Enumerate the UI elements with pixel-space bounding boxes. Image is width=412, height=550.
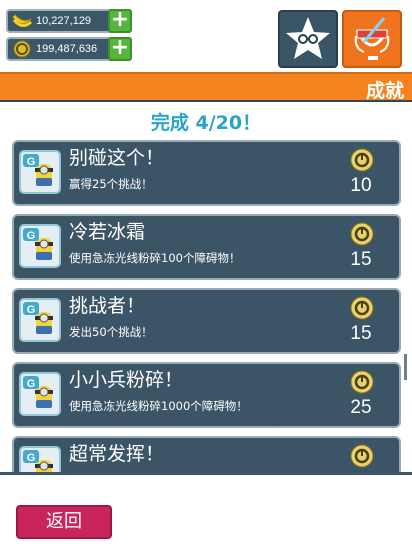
achievement-description: 使用急冻光线粉碎1000个障碍物！ bbox=[69, 399, 248, 413]
minion-badge-icon: G bbox=[19, 372, 61, 416]
achievement-name: 小小兵粉碎！ bbox=[69, 369, 184, 391]
top-bar: 10,227,129 + 199,487,636 + bbox=[0, 0, 412, 72]
svg-text:G: G bbox=[27, 156, 36, 168]
rate-button[interactable] bbox=[278, 10, 338, 68]
back-button[interactable]: 返回 bbox=[16, 505, 112, 539]
achievement-card[interactable]: G 别碰这个！ 赢得25个挑战！ 10 bbox=[12, 140, 401, 206]
scrollbar[interactable] bbox=[404, 354, 407, 380]
achievement-card[interactable]: G 挑战者！ 发出50个挑战！ 15 bbox=[12, 288, 401, 354]
add-coins-button[interactable]: + bbox=[108, 37, 132, 61]
page-title: 成就 bbox=[365, 80, 404, 102]
achievement-reward: 25 bbox=[350, 397, 372, 418]
minion-badge-icon: G bbox=[19, 298, 61, 342]
svg-text:G: G bbox=[27, 378, 36, 390]
coin-icon bbox=[350, 148, 374, 172]
achievement-card[interactable]: G 小小兵粉碎！ 使用急冻光线粉碎1000个障碍物！ 25 bbox=[12, 362, 401, 428]
svg-text:G: G bbox=[27, 452, 36, 464]
add-bananas-button[interactable]: + bbox=[108, 9, 132, 33]
trophy-icon bbox=[354, 17, 390, 60]
svg-text:G: G bbox=[27, 304, 36, 316]
achievement-reward: 15 bbox=[350, 323, 372, 344]
achievement-progress: 完成 4/20！ bbox=[150, 112, 262, 134]
achievement-card[interactable]: G 冷若冰霜 使用急冻光线粉碎100个障碍物！ 15 bbox=[12, 214, 401, 280]
achievement-name: 挑战者！ bbox=[69, 295, 146, 317]
plus-icon: + bbox=[110, 35, 130, 60]
achievement-description: 使用急冻光线粉碎100个障碍物！ bbox=[69, 251, 241, 265]
minion-badge-icon: G bbox=[19, 224, 61, 268]
minion-badge-icon: G bbox=[19, 446, 61, 472]
coin-icon bbox=[350, 444, 374, 468]
svg-text:G: G bbox=[27, 230, 36, 242]
minion-badge-icon: G bbox=[19, 150, 61, 194]
plus-icon: + bbox=[110, 7, 130, 32]
achievement-description: 发出50个挑战！ bbox=[69, 325, 153, 339]
achievement-reward: 10 bbox=[350, 175, 372, 196]
achievement-name: 冷若冰霜 bbox=[69, 221, 146, 243]
coin-icon bbox=[350, 222, 374, 246]
title-bar: 成就 bbox=[0, 72, 412, 102]
banana-icon bbox=[10, 11, 34, 31]
achievements-panel[interactable]: ◇ ✧ ◇ ✧ ◇ 完成 4/20！ G 别碰这个！ 赢得25个挑战！ bbox=[0, 102, 412, 472]
achievement-name: 超常发挥！ bbox=[69, 443, 165, 465]
coin-icon bbox=[350, 370, 374, 394]
coin-count: 199,487,636 bbox=[36, 43, 98, 55]
achievement-reward: 15 bbox=[350, 249, 372, 270]
banana-count: 10,227,129 bbox=[36, 15, 92, 27]
coin-icon bbox=[10, 39, 34, 59]
bottom-bar: 返回 bbox=[0, 472, 412, 550]
achievement-card[interactable]: G 超常发挥！ bbox=[12, 436, 401, 472]
banana-counter: 10,227,129 + bbox=[6, 9, 132, 33]
star-eyes-icon bbox=[286, 17, 330, 59]
achievement-name: 别碰这个！ bbox=[69, 147, 165, 169]
achievement-list: G 别碰这个！ 赢得25个挑战！ 10 G 冷若冰霜 使用急冻光线粉碎100个障… bbox=[12, 140, 402, 472]
coin-counter: 199,487,636 + bbox=[6, 37, 132, 61]
achievements-button[interactable] bbox=[342, 10, 402, 68]
achievement-description: 赢得25个挑战！ bbox=[69, 177, 153, 191]
coin-icon bbox=[350, 296, 374, 320]
